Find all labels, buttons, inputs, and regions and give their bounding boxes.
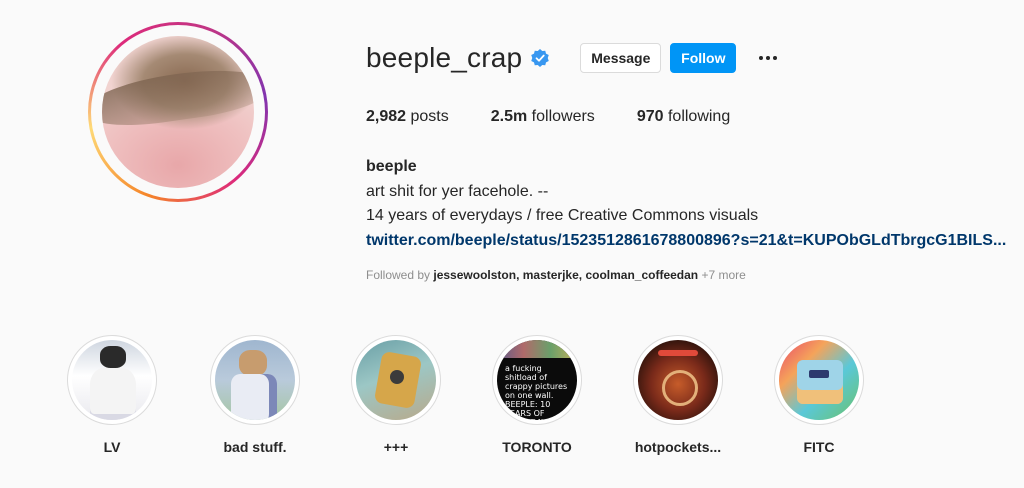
followed-by-more: +7 more <box>701 268 746 282</box>
bio-line: art shit for yer facehole. -- <box>366 182 549 200</box>
bio-link[interactable]: twitter.com/beeple/status/15235128616788… <box>366 229 1006 254</box>
highlight-label: LV <box>103 439 121 455</box>
message-button[interactable]: Message <box>580 43 662 73</box>
highlight-cover <box>72 340 152 420</box>
highlight-ring <box>774 335 864 425</box>
dot <box>759 56 764 60</box>
posts-stat: 2,982 posts <box>366 108 449 126</box>
story-highlight[interactable]: LV <box>65 335 159 455</box>
highlight-ring <box>67 335 157 425</box>
followed-by[interactable]: Followed by jessewoolston, masterjke, co… <box>366 268 746 282</box>
verified-badge-icon <box>531 49 550 67</box>
highlight-ring <box>210 335 300 425</box>
highlight-cover-text: a fucking shitload of crappy pictures on… <box>505 364 568 420</box>
highlight-label: FITC <box>803 439 835 455</box>
followers-count: 2.5m <box>490 108 528 125</box>
followed-by-prefix: Followed by <box>366 268 431 282</box>
highlight-label: +++ <box>383 439 409 455</box>
followers-label: followers <box>531 108 595 125</box>
posts-count: 2,982 <box>366 108 407 125</box>
profile-avatar[interactable] <box>102 36 254 188</box>
more-options-icon[interactable] <box>756 46 780 70</box>
profile-avatar-ring[interactable] <box>88 22 268 202</box>
story-highlight[interactable]: hotpockets... <box>631 335 725 455</box>
highlight-cover <box>779 340 859 420</box>
following-stat[interactable]: 970 following <box>637 108 730 126</box>
highlight-ring <box>633 335 723 425</box>
follow-button[interactable]: Follow <box>670 43 737 73</box>
highlight-cover <box>215 340 295 420</box>
bio-name: beeple <box>366 158 417 175</box>
dot <box>773 56 778 60</box>
story-highlight[interactable]: FITC <box>772 335 866 455</box>
dot <box>766 56 771 60</box>
story-highlight[interactable]: a fucking shitload of crappy pictures on… <box>490 335 584 455</box>
highlight-cover <box>356 340 436 420</box>
highlight-cover: a fucking shitload of crappy pictures on… <box>497 340 577 420</box>
profile-header: beeple_crap Message Follow <box>366 38 780 78</box>
posts-label: posts <box>410 108 449 125</box>
bio-line: 14 years of everydays / free Creative Co… <box>366 207 759 224</box>
story-highlight[interactable]: bad stuff. <box>208 335 302 455</box>
story-highlight[interactable]: +++ <box>349 335 443 455</box>
highlight-ring: a fucking shitload of crappy pictures on… <box>492 335 582 425</box>
highlight-ring <box>351 335 441 425</box>
highlight-label: TORONTO <box>502 439 572 455</box>
highlight-cover <box>638 340 718 420</box>
followed-by-names: jessewoolston, masterjke, coolman_coffee… <box>433 268 699 282</box>
highlight-label: hotpockets... <box>634 439 722 455</box>
highlight-label: bad stuff. <box>223 439 287 455</box>
following-count: 970 <box>636 108 664 125</box>
profile-stats: 2,982 posts 2.5m followers 970 following <box>366 108 772 126</box>
profile-username: beeple_crap <box>366 42 523 73</box>
profile-bio: beeple art shit for yer facehole. -- 14 … <box>366 155 1006 253</box>
followers-stat[interactable]: 2.5m followers <box>491 108 595 126</box>
following-label: following <box>667 108 731 125</box>
